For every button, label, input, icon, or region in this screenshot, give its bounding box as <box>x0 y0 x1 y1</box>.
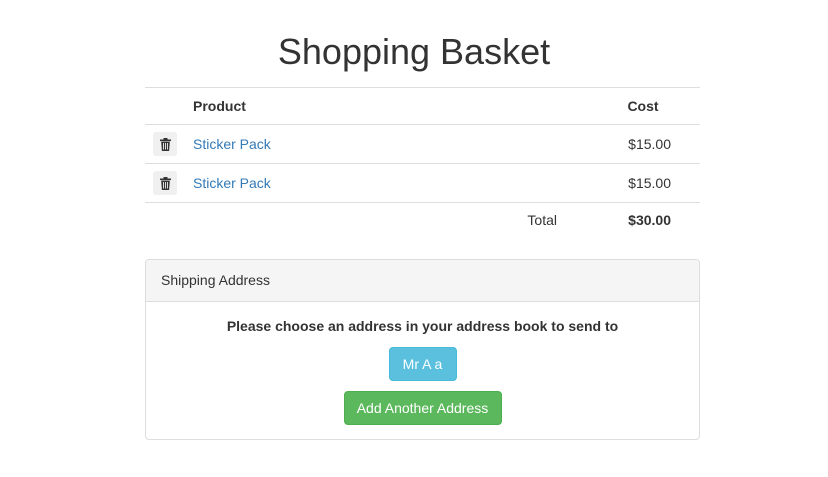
item-cost: $15.00 <box>593 124 700 164</box>
remove-item-button[interactable] <box>153 171 177 195</box>
total-spacer <box>192 202 411 237</box>
header-cost: Cost <box>593 87 700 125</box>
address-button[interactable]: Mr A a <box>388 347 457 381</box>
trash-icon <box>159 176 171 190</box>
item-cost: $15.00 <box>593 163 700 203</box>
page-title: Shopping Basket <box>277 31 551 72</box>
spacer-cell <box>410 163 593 203</box>
remove-cell <box>145 124 192 164</box>
total-row: Total $30.00 <box>145 202 700 237</box>
address-prompt: Please choose an address in your address… <box>226 318 619 334</box>
trash-icon <box>159 137 171 151</box>
header-icon-cell <box>145 87 192 125</box>
product-cell: Sticker Pack <box>192 163 411 203</box>
total-spacer <box>145 202 192 237</box>
table-row: Sticker Pack $15.00 <box>145 124 700 164</box>
product-link[interactable]: Sticker Pack <box>193 136 271 152</box>
header-product: Product <box>192 87 411 125</box>
total-label: Total <box>410 202 593 237</box>
shipping-body: Please choose an address in your address… <box>146 302 699 425</box>
page: Shopping Basket Product Cost Sticker Pac… <box>0 0 828 477</box>
remove-cell <box>145 163 192 203</box>
basket-table: Product Cost Sticker Pack $15.00 Sticker… <box>145 87 700 237</box>
shipping-panel: Shipping Address Please choose an addres… <box>145 259 700 440</box>
table-row: Sticker Pack $15.00 <box>145 163 700 203</box>
table-header-row: Product Cost <box>145 87 700 125</box>
product-link[interactable]: Sticker Pack <box>193 175 271 191</box>
spacer-cell <box>410 124 593 164</box>
remove-item-button[interactable] <box>153 132 177 156</box>
product-cell: Sticker Pack <box>192 124 411 164</box>
add-address-button[interactable]: Add Another Address <box>343 391 502 425</box>
shipping-heading: Shipping Address <box>146 260 699 302</box>
header-spacer <box>410 87 593 125</box>
total-value: $30.00 <box>593 202 700 237</box>
